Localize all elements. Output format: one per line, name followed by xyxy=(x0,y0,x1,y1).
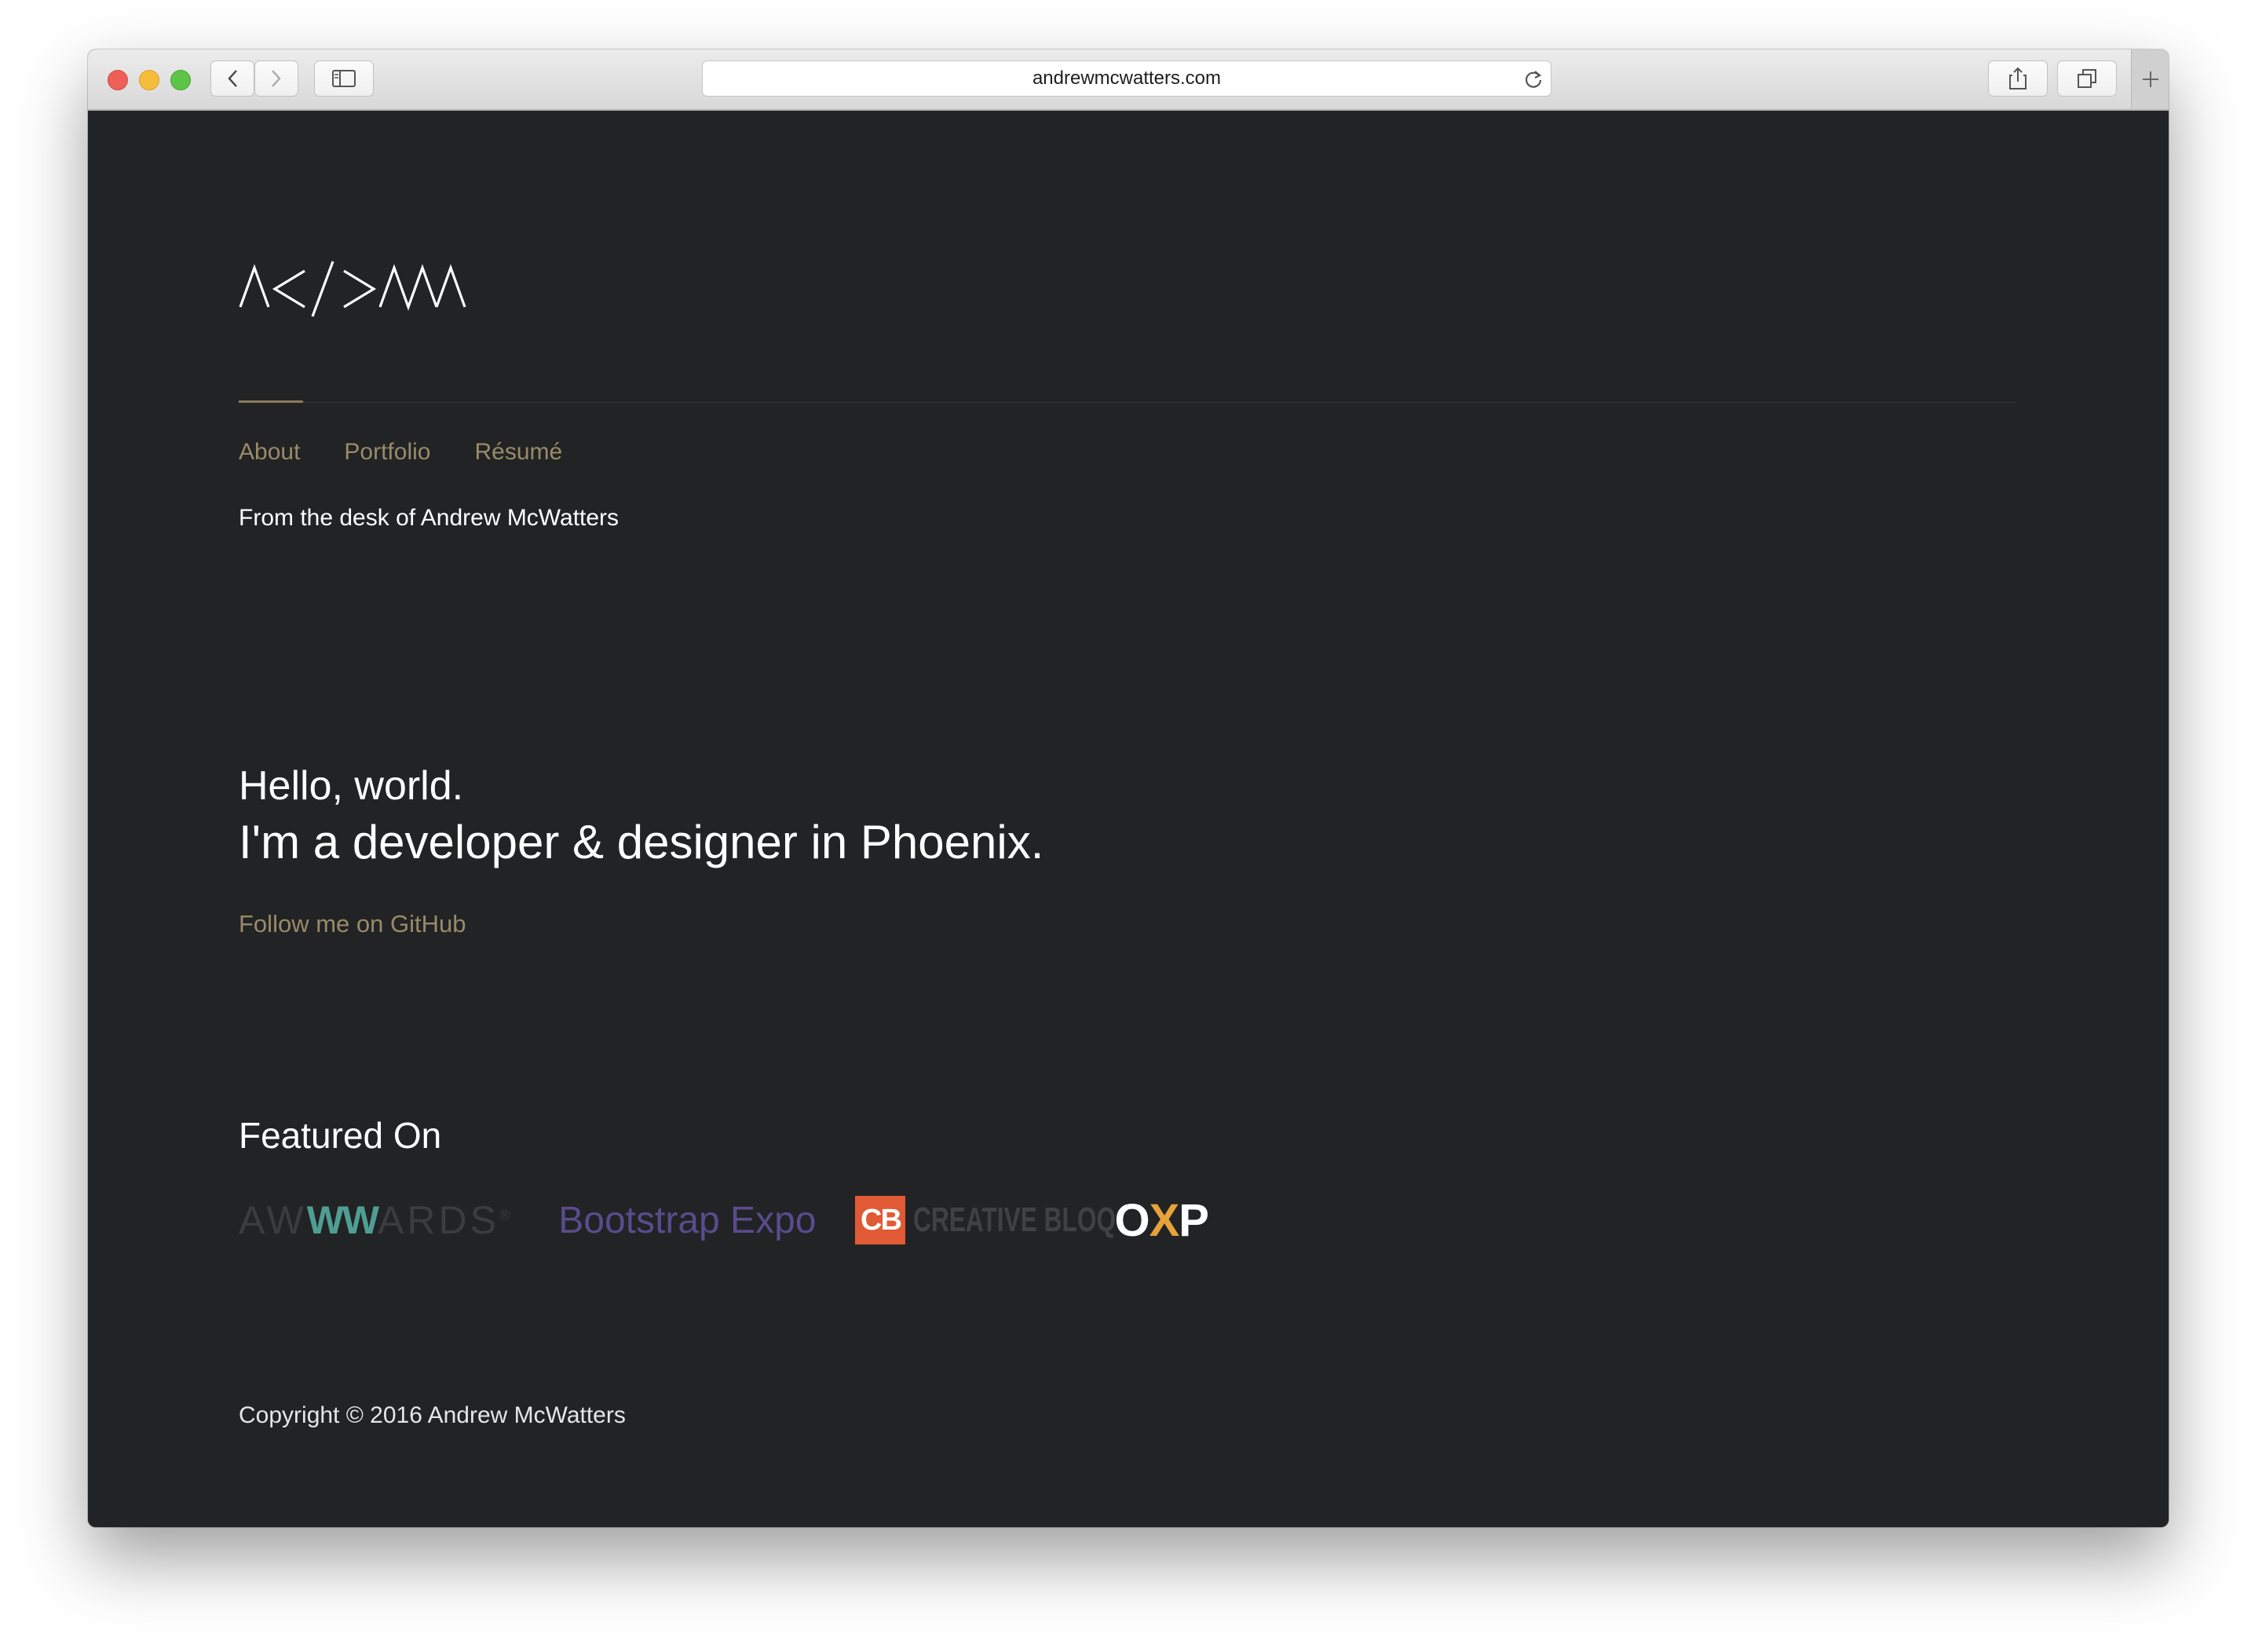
new-tab-button[interactable] xyxy=(2131,49,2169,109)
share-button[interactable] xyxy=(1988,60,2048,97)
minimize-window-button[interactable] xyxy=(139,70,159,90)
maximize-window-button[interactable] xyxy=(170,70,191,90)
browser-window: andrewmcwatters.com About Portfolio Résu… xyxy=(88,49,2169,1527)
page-content: About Portfolio Résumé From the desk of … xyxy=(88,111,2169,1527)
creative-bloq-logo[interactable]: CB CREATIVE BLOQ xyxy=(855,1196,1117,1244)
oxp-logo-o: O xyxy=(1114,1194,1149,1246)
header-divider-accent xyxy=(239,400,303,403)
site-tagline: From the desk of Andrew McWatters xyxy=(239,505,619,531)
hero-heading: Hello, world. I'm a developer & designer… xyxy=(239,758,1043,871)
nav-link-about[interactable]: About xyxy=(239,439,300,466)
awwwards-logo-text-end: ARDS xyxy=(378,1198,499,1242)
forward-button[interactable] xyxy=(254,60,298,97)
back-button[interactable] xyxy=(210,60,254,97)
share-icon xyxy=(2009,67,2027,90)
featured-logos: AWWWARDS® Bootstrap Expo CB CREATIVE BLO… xyxy=(239,1193,1209,1248)
tabs-icon xyxy=(2078,69,2096,88)
reload-icon[interactable] xyxy=(1522,68,1544,90)
header-divider xyxy=(239,402,2016,403)
browser-toolbar: andrewmcwatters.com xyxy=(88,49,2169,111)
github-follow-link[interactable]: Follow me on GitHub xyxy=(239,910,466,938)
nav-link-resume[interactable]: Résumé xyxy=(474,439,562,466)
chevron-right-icon xyxy=(272,70,281,87)
hero-line-1: Hello, world. xyxy=(239,763,464,809)
creative-bloq-badge: CB xyxy=(855,1196,906,1244)
nav-link-portfolio[interactable]: Portfolio xyxy=(344,439,430,466)
url-text[interactable]: andrewmcwatters.com xyxy=(703,61,1551,96)
hero-line-2: I'm a developer & designer in Phoenix. xyxy=(239,816,1044,868)
creative-bloq-text: CREATIVE BLOQ xyxy=(913,1201,1117,1239)
tabs-overview-button[interactable] xyxy=(2057,60,2117,97)
plus-icon xyxy=(2142,71,2158,87)
oxp-logo-p: P xyxy=(1179,1194,1209,1246)
main-nav: About Portfolio Résumé xyxy=(239,439,562,466)
awwwards-logo-text: AW xyxy=(239,1198,307,1242)
sidebar-toggle-button[interactable] xyxy=(314,60,374,97)
sidebar-icon xyxy=(332,70,356,87)
site-logo[interactable] xyxy=(239,260,466,318)
awwwards-logo[interactable]: AWWWARDS® xyxy=(239,1197,513,1243)
awwwards-logo-accent: WW xyxy=(306,1198,379,1242)
registered-mark: ® xyxy=(499,1207,513,1223)
close-window-button[interactable] xyxy=(108,70,128,90)
bootstrap-expo-logo[interactable]: Bootstrap Expo xyxy=(558,1199,816,1242)
chevron-left-icon xyxy=(228,70,237,87)
featured-on-heading: Featured On xyxy=(239,1115,442,1156)
footer-copyright: Copyright © 2016 Andrew McWatters xyxy=(239,1402,626,1428)
oxp-logo[interactable]: OXP xyxy=(1114,1194,1208,1247)
address-bar[interactable]: andrewmcwatters.com xyxy=(702,60,1551,97)
oxp-logo-x: X xyxy=(1149,1194,1180,1246)
